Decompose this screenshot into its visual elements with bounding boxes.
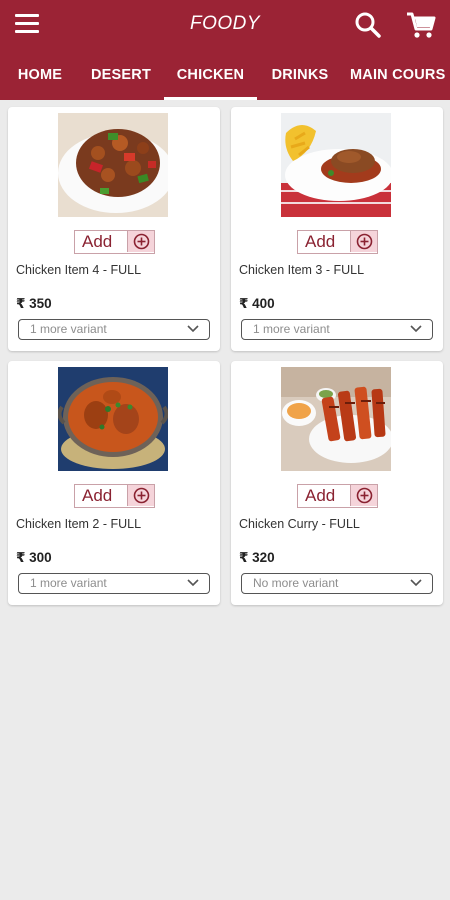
category-tabs: HOME DESERT CHICKEN DRINKS MAIN COURS — [0, 52, 450, 100]
item-name: Chicken Curry - FULL — [239, 517, 360, 531]
variant-select[interactable]: 1 more variant — [18, 573, 210, 594]
chevron-down-icon — [410, 325, 422, 333]
add-button[interactable]: Add — [74, 484, 155, 508]
item-name: Chicken Item 2 - FULL — [16, 517, 142, 531]
add-label: Add — [305, 232, 336, 251]
add-circle-icon — [356, 487, 373, 504]
add-label: Add — [82, 232, 113, 251]
product-card[interactable]: Add Chicken Curry - FULL ₹ 320 No more v… — [231, 361, 443, 605]
add-label: Add — [82, 486, 113, 505]
cart-icon[interactable] — [404, 9, 438, 41]
variant-select[interactable]: 1 more variant — [241, 319, 433, 340]
add-button[interactable]: Add — [74, 230, 155, 254]
item-name: Chicken Item 4 - FULL — [16, 263, 142, 277]
item-price: ₹ 300 — [16, 550, 52, 565]
chevron-down-icon — [410, 579, 422, 587]
chevron-down-icon — [187, 325, 199, 333]
variant-label: No more variant — [253, 576, 339, 590]
variant-label: 1 more variant — [253, 322, 330, 336]
tab-main-course[interactable]: MAIN COURS — [350, 52, 450, 100]
add-circle-icon — [133, 487, 150, 504]
variant-select[interactable]: No more variant — [241, 573, 433, 594]
chevron-down-icon — [187, 579, 199, 587]
product-card[interactable]: Add Chicken Item 3 - FULL ₹ 400 1 more v… — [231, 107, 443, 351]
search-icon[interactable] — [352, 9, 384, 41]
add-button[interactable]: Add — [297, 484, 378, 508]
item-price: ₹ 350 — [16, 296, 52, 311]
add-label: Add — [305, 486, 336, 505]
item-price: ₹ 320 — [239, 550, 275, 565]
chicken-stir-fry-image — [58, 113, 168, 217]
chicken-tikka-skewers-image — [281, 367, 391, 471]
product-card[interactable]: Add Chicken Item 4 - FULL ₹ 350 1 more v… — [8, 107, 220, 351]
variant-label: 1 more variant — [30, 322, 107, 336]
tab-home[interactable]: HOME — [8, 52, 72, 100]
tab-drinks[interactable]: DRINKS — [264, 52, 336, 100]
tab-chicken[interactable]: CHICKEN — [164, 52, 257, 100]
app-bar: FOODY HOME DESERT CHICKEN DRINKS MAIN CO… — [0, 0, 450, 100]
add-circle-icon — [356, 233, 373, 250]
chicken-gravy-bowl-image — [58, 367, 168, 471]
product-card[interactable]: Add Chicken Item 2 - FULL ₹ 300 1 more v… — [8, 361, 220, 605]
add-button[interactable]: Add — [297, 230, 378, 254]
tab-desert[interactable]: DESERT — [84, 52, 158, 100]
roast-chicken-plate-image — [281, 113, 391, 217]
variant-select[interactable]: 1 more variant — [18, 319, 210, 340]
item-price: ₹ 400 — [239, 296, 275, 311]
add-circle-icon — [133, 233, 150, 250]
item-name: Chicken Item 3 - FULL — [239, 263, 365, 277]
variant-label: 1 more variant — [30, 576, 107, 590]
